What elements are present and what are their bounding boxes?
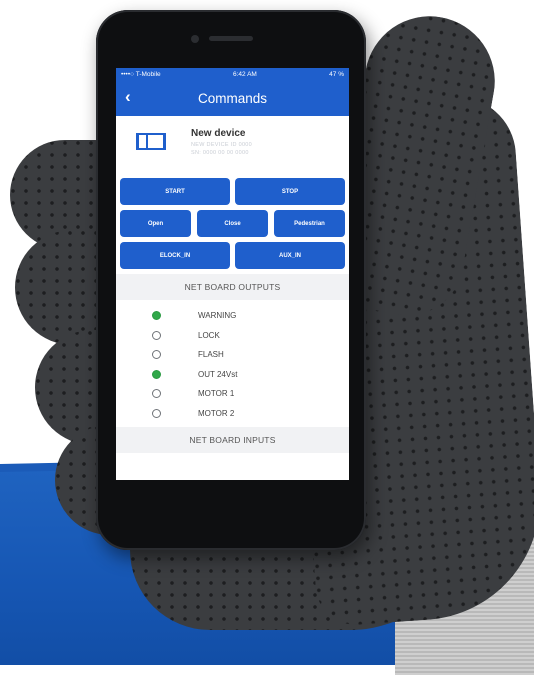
button-row-2: Open Close Pedestrian (116, 210, 349, 237)
output-label: WARNING (198, 311, 237, 321)
earpiece-speaker (209, 36, 253, 41)
list-item: FLASH (116, 345, 349, 365)
inputs-section-title: NET BOARD INPUTS (116, 427, 349, 453)
elock-in-button[interactable]: ELOCK_IN (120, 242, 230, 269)
open-button[interactable]: Open (120, 210, 191, 237)
outputs-section-title: NET BOARD OUTPUTS (116, 274, 349, 300)
battery-label: 47 % (329, 70, 344, 78)
status-indicator (152, 408, 161, 418)
list-item: OUT 24Vst (116, 365, 349, 385)
list-item: MOTOR 1 (116, 384, 349, 404)
carrier-label: ••••○ T-Mobile (121, 70, 161, 78)
device-card[interactable]: New device NEW DEVICE ID 0000 SN: 0000 0… (116, 116, 349, 178)
status-indicator (152, 330, 161, 340)
list-item: LOCK (116, 326, 349, 346)
status-indicator (152, 389, 161, 399)
device-icon (136, 133, 166, 150)
list-item: MOTOR 2 (116, 404, 349, 424)
phone-screen: ••••○ T-Mobile 6:42 AM 47 % ‹ Commands N… (116, 68, 349, 480)
status-bar: ••••○ T-Mobile 6:42 AM 47 % (116, 68, 349, 80)
status-indicator (152, 369, 161, 379)
aux-in-button[interactable]: AUX_IN (235, 242, 345, 269)
device-name: New device (191, 128, 246, 139)
output-label: LOCK (198, 330, 220, 340)
button-row-3: ELOCK_IN AUX_IN (116, 242, 349, 269)
status-indicator (152, 350, 161, 360)
page-title: Commands (197, 90, 268, 106)
output-label: MOTOR 1 (198, 389, 235, 399)
output-label: FLASH (198, 350, 224, 360)
stop-button[interactable]: STOP (235, 178, 345, 205)
nav-bar: ‹ Commands (116, 80, 349, 116)
list-item: WARNING (116, 306, 349, 326)
device-subtitle-1: NEW DEVICE ID 0000 (191, 142, 253, 148)
button-row-1: START STOP (116, 178, 349, 205)
output-label: OUT 24Vst (198, 369, 238, 379)
status-indicator (152, 311, 161, 321)
chevron-left-icon[interactable]: ‹ (125, 88, 131, 106)
pedestrian-button[interactable]: Pedestrian (274, 210, 345, 237)
device-subtitle-2: SN: 0000 00 00 0000 (191, 150, 249, 156)
front-camera (191, 35, 199, 43)
output-label: MOTOR 2 (198, 408, 235, 418)
outputs-list: WARNING LOCK FLASH OUT 24Vst MOTOR 1 MOT… (116, 300, 349, 423)
start-button[interactable]: START (120, 178, 230, 205)
close-button[interactable]: Close (197, 210, 268, 237)
clock-label: 6:42 AM (232, 70, 257, 78)
